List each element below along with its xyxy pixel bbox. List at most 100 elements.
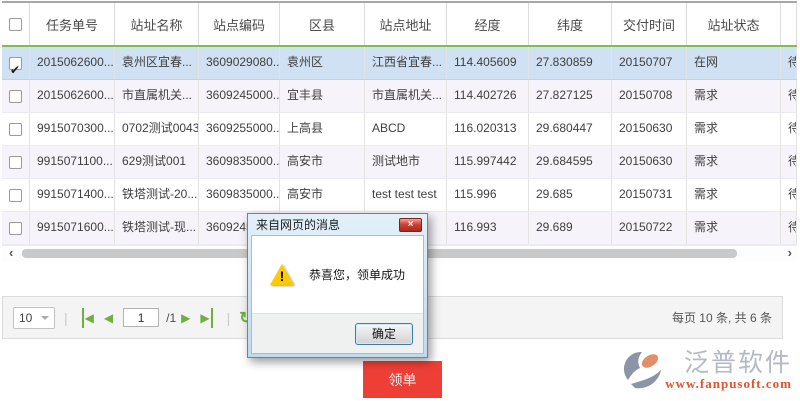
table-cell: 上高县 [280,113,365,145]
table-cell: 114.405609 [447,47,529,79]
brand-logo-icon [623,349,665,393]
table-row[interactable]: 2015062600...市直属机关...3609245000...宜丰县市直属… [2,80,797,113]
dialog-message: 恭喜您，领单成功 [309,266,405,283]
row-checkbox-cell [2,47,30,79]
table-cell: 20150731 [612,179,687,211]
table-cell: 29.684595 [529,146,612,178]
page-size-select[interactable]: 10 [13,307,55,329]
dialog-content: ! 恭喜您，领单成功 确定 [251,235,424,354]
row-checkbox-cell [2,179,30,211]
brand-company-name: 泛普软件 [684,349,792,377]
table-cell: 需求 [687,212,781,244]
first-page-button[interactable]: ◀ [82,308,94,328]
next-page-button[interactable]: ▶ [181,308,190,328]
table-row[interactable]: 9915070300...0702测试00433609255000...上高县A… [2,113,797,146]
table-cell: 铁塔测试-现... [115,212,199,244]
row-checkbox[interactable] [9,57,22,70]
row-checkbox[interactable] [9,222,22,235]
table-cell: 在网 [687,47,781,79]
column-header: 经度 [447,3,529,45]
table-cell: 20150707 [612,47,687,79]
table-cell: 待 [781,179,797,211]
table-cell: 需求 [687,80,781,112]
table-cell: 29.689 [529,212,612,244]
table-cell: 高安市 [280,146,365,178]
table-cell: 2015062600... [30,80,115,112]
table-cell: 宜丰县 [280,80,365,112]
table-cell: 115.996 [447,179,529,211]
dialog-message-area: ! 恭喜您，领单成功 [252,236,423,313]
divider: | [227,310,231,326]
warning-icon: ! [269,263,295,287]
table-cell: 20150630 [612,113,687,145]
table-cell: 3609245000... [199,80,280,112]
table-cell: 需求 [687,113,781,145]
brand-website: www.fanpusoft.com [665,376,792,392]
table-cell: 3609835000... [199,179,280,211]
table-row[interactable]: 2015062600...袁州区宜春...3609029080...袁州区江西省… [2,47,797,80]
divider: | [64,310,68,326]
page-size-value: 10 [19,311,32,325]
table-cell: 9915071600... [30,212,115,244]
page-number-input[interactable] [123,308,159,327]
table-cell: 测试地市 [365,146,447,178]
table-cell: 需求 [687,146,781,178]
table-cell: 629测试001 [115,146,199,178]
table-cell: 115.997442 [447,146,529,178]
dialog-titlebar[interactable]: 来自网页的消息 × [248,214,427,235]
row-checkbox-cell [2,80,30,112]
table-cell: ABCD [365,113,447,145]
select-all-checkbox[interactable] [9,18,22,31]
table-cell: 袁州区 [280,47,365,79]
webpage-message-dialog: 来自网页的消息 × ! 恭喜您，领单成功 确定 [247,213,428,358]
close-icon[interactable]: × [399,218,422,232]
table-cell: 高安市 [280,179,365,211]
row-checkbox-cell [2,212,30,244]
row-checkbox-cell [2,113,30,145]
row-checkbox[interactable] [9,123,22,136]
column-header: 站点编码 [199,3,280,45]
table-cell: 3609255000... [199,113,280,145]
table-row[interactable]: 9915071100...629测试0013609835000...高安市测试地… [2,146,797,179]
table-cell: 9915071400... [30,179,115,211]
table-cell: 114.402726 [447,80,529,112]
last-page-button[interactable]: ▶ [200,308,212,328]
chevron-down-icon [41,316,49,320]
table-cell: 9915070300... [30,113,115,145]
table-cell: 待 [781,80,797,112]
dialog-footer: 确定 [252,313,423,353]
brand-logo: 泛普软件 www.fanpusoft.com [623,349,792,393]
table-cell: 29.685 [529,179,612,211]
table-cell: 20150722 [612,212,687,244]
total-pages-label: /1 [166,311,176,325]
table-cell: 需求 [687,179,781,211]
table-row[interactable]: 9915071400...铁塔测试-20...3609835000...高安市t… [2,179,797,212]
table-cell: test test test [365,179,447,211]
table-cell: 20150708 [612,80,687,112]
scroll-right-icon[interactable]: › [788,245,792,261]
claim-order-button[interactable]: 领单 [363,361,442,398]
dialog-title: 来自网页的消息 [256,216,340,233]
column-header: 交付时间 [612,3,687,45]
row-checkbox[interactable] [9,156,22,169]
record-count-summary: 每页 10 条, 共 6 条 [672,309,772,326]
row-checkbox[interactable] [9,90,22,103]
table-cell: 27.827125 [529,80,612,112]
ok-button[interactable]: 确定 [355,323,413,345]
table-cell: 市直属机关... [115,80,199,112]
scroll-left-icon[interactable]: ‹ [9,245,13,261]
table-cell: 3609029080... [199,47,280,79]
table-cell: 2015062600... [30,47,115,79]
table-cell: 9915071100... [30,146,115,178]
row-checkbox-cell [2,146,30,178]
table-cell: 116.993 [447,212,529,244]
table-cell: 待 [781,212,797,244]
table-cell: 0702测试0043 [115,113,199,145]
table-cell: 27.830859 [529,47,612,79]
table-cell: 江西省宜春... [365,47,447,79]
table-cell: 待 [781,146,797,178]
row-checkbox[interactable] [9,189,22,202]
select-all-header-cell [2,3,30,45]
column-header: 任务单号 [30,3,115,45]
prev-page-button[interactable]: ◀ [104,308,113,328]
